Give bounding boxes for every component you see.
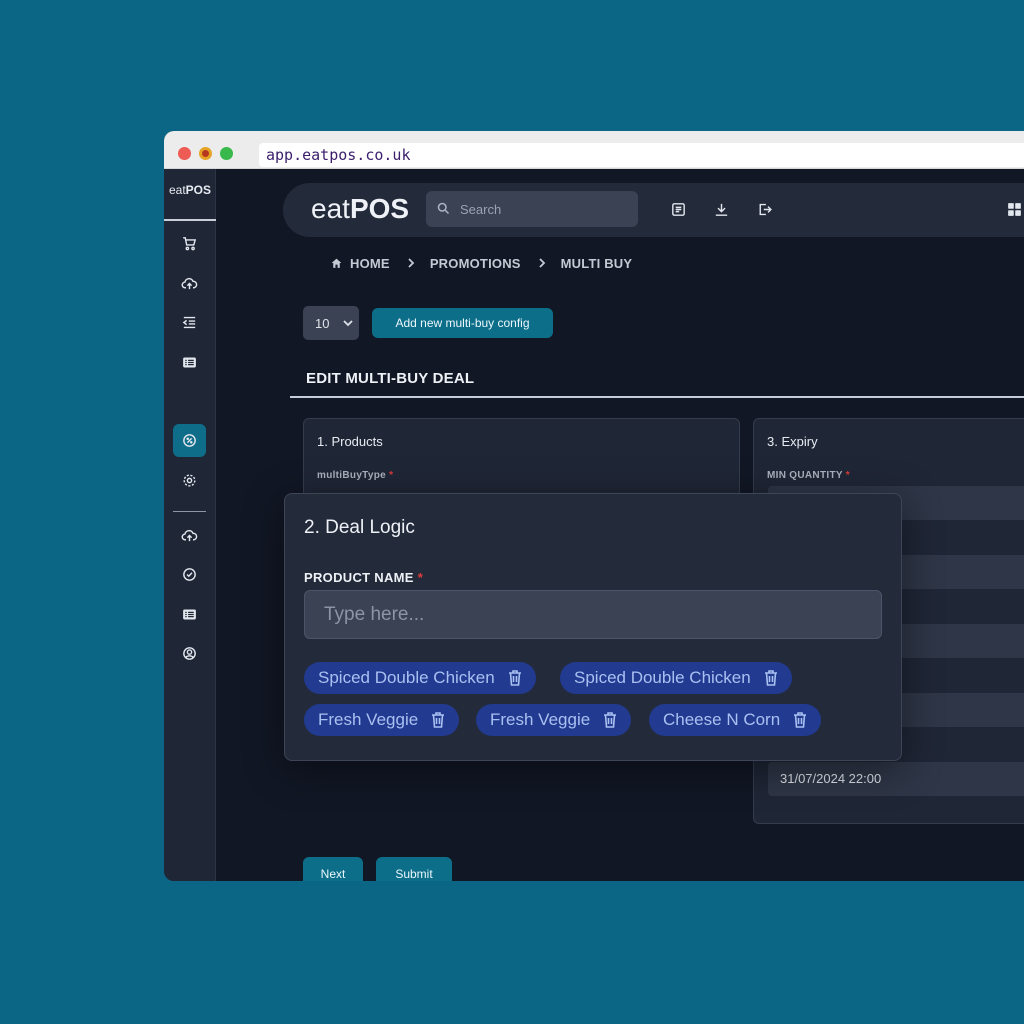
search-input[interactable]: Search <box>426 191 638 227</box>
product-name-input[interactable]: Type here... <box>304 590 882 639</box>
check-circle-icon <box>183 568 196 581</box>
sidebar-item-settings[interactable] <box>173 464 206 497</box>
deal-logic-title: 2. Deal Logic <box>304 517 415 538</box>
next-button[interactable]: Next <box>303 857 363 881</box>
sidebar-divider <box>164 219 216 221</box>
add-multi-buy-button[interactable]: Add new multi-buy config <box>372 308 553 338</box>
expiry-card-title: 3. Expiry <box>767 434 818 449</box>
search-icon <box>437 202 450 215</box>
top-navbar: eatPOS Search <box>283 183 1024 237</box>
brand-logo[interactable]: eatPOS <box>311 193 409 225</box>
cart-icon <box>183 237 197 251</box>
multi-buy-type-label: multiBuyType * <box>317 470 394 481</box>
product-chip[interactable]: Cheese N Corn <box>649 704 822 736</box>
product-chip[interactable]: Fresh Veggie <box>304 704 460 736</box>
search-placeholder: Search <box>460 202 502 217</box>
list-icon <box>183 609 196 620</box>
breadcrumb-home[interactable]: HOME <box>350 256 390 271</box>
product-chip[interactable]: Spiced Double Chicken <box>304 662 536 694</box>
trash-icon[interactable] <box>764 670 778 686</box>
browser-window: app.eatpos.co.uk eatPOS eatPOS Search HO… <box>164 131 1024 881</box>
sidebar-item-cloud[interactable] <box>173 519 206 552</box>
trash-icon[interactable] <box>793 712 807 728</box>
receipt-icon[interactable] <box>670 201 687 218</box>
sidebar-item-promotions[interactable] <box>173 424 206 457</box>
sidebar-item-approvals[interactable] <box>173 558 206 591</box>
product-chip[interactable]: Spiced Double Chicken <box>560 662 792 694</box>
end-date-input[interactable]: 31/07/2024 22:00 <box>768 762 1024 796</box>
gear-icon <box>183 474 196 487</box>
product-chip[interactable]: Fresh Veggie <box>476 704 632 736</box>
minimize-window-button[interactable] <box>199 147 212 160</box>
chevron-right-icon <box>539 258 545 268</box>
products-card-title: 1. Products <box>317 434 383 449</box>
sidebar-item-account[interactable] <box>173 637 206 670</box>
cloud-upload-icon <box>181 529 198 542</box>
user-circle-icon <box>183 647 196 660</box>
sidebar-item-indent[interactable] <box>173 306 206 339</box>
cloud-upload-icon <box>181 277 198 290</box>
min-quantity-label: MIN QUANTITY * <box>767 470 850 481</box>
logout-icon[interactable] <box>756 201 773 218</box>
trash-icon[interactable] <box>603 712 617 728</box>
breadcrumb-current: MULTI BUY <box>560 255 633 271</box>
address-bar[interactable]: app.eatpos.co.uk <box>259 143 1024 167</box>
indent-list-icon <box>182 316 196 329</box>
maximize-window-button[interactable] <box>220 147 233 160</box>
product-name-label: PRODUCT NAME * <box>304 570 424 585</box>
trash-icon[interactable] <box>431 712 445 728</box>
sidebar-item-reports[interactable] <box>173 598 206 631</box>
home-icon <box>331 258 342 268</box>
sidebar: eatPOS <box>164 169 216 881</box>
page-size-select[interactable]: 10 <box>303 306 359 340</box>
product-name-placeholder: Type here... <box>324 604 425 625</box>
sidebar-logo: eatPOS <box>168 183 212 197</box>
page-size-value: 10 <box>315 316 330 331</box>
sidebar-item-cart[interactable] <box>173 227 206 260</box>
chevron-right-icon <box>408 258 415 268</box>
end-date-value: 31/07/2024 22:00 <box>780 771 882 786</box>
grid-icon[interactable] <box>1006 201 1023 218</box>
url-text: app.eatpos.co.uk <box>266 146 411 164</box>
trash-icon[interactable] <box>508 670 522 686</box>
promotions-icon <box>183 434 196 447</box>
browser-toolbar: app.eatpos.co.uk <box>164 131 1024 169</box>
list-icon <box>183 357 196 368</box>
download-icon[interactable] <box>713 201 730 218</box>
submit-button[interactable]: Submit <box>376 857 452 881</box>
deal-logic-panel: 2. Deal Logic PRODUCT NAME * Type here..… <box>284 493 902 761</box>
section-title: EDIT MULTI-BUY DEAL <box>306 370 475 387</box>
close-window-button[interactable] <box>178 147 191 160</box>
section-divider <box>290 396 1024 398</box>
chevron-down-icon <box>343 320 353 327</box>
products-card: 1. Products multiBuyType * <box>303 418 740 498</box>
sidebar-separator <box>173 511 206 512</box>
breadcrumb: HOME PROMOTIONS MULTI BUY <box>330 255 632 271</box>
breadcrumb-promotions[interactable]: PROMOTIONS <box>430 256 521 271</box>
sidebar-item-upload[interactable] <box>173 267 206 300</box>
sidebar-item-list[interactable] <box>173 346 206 379</box>
